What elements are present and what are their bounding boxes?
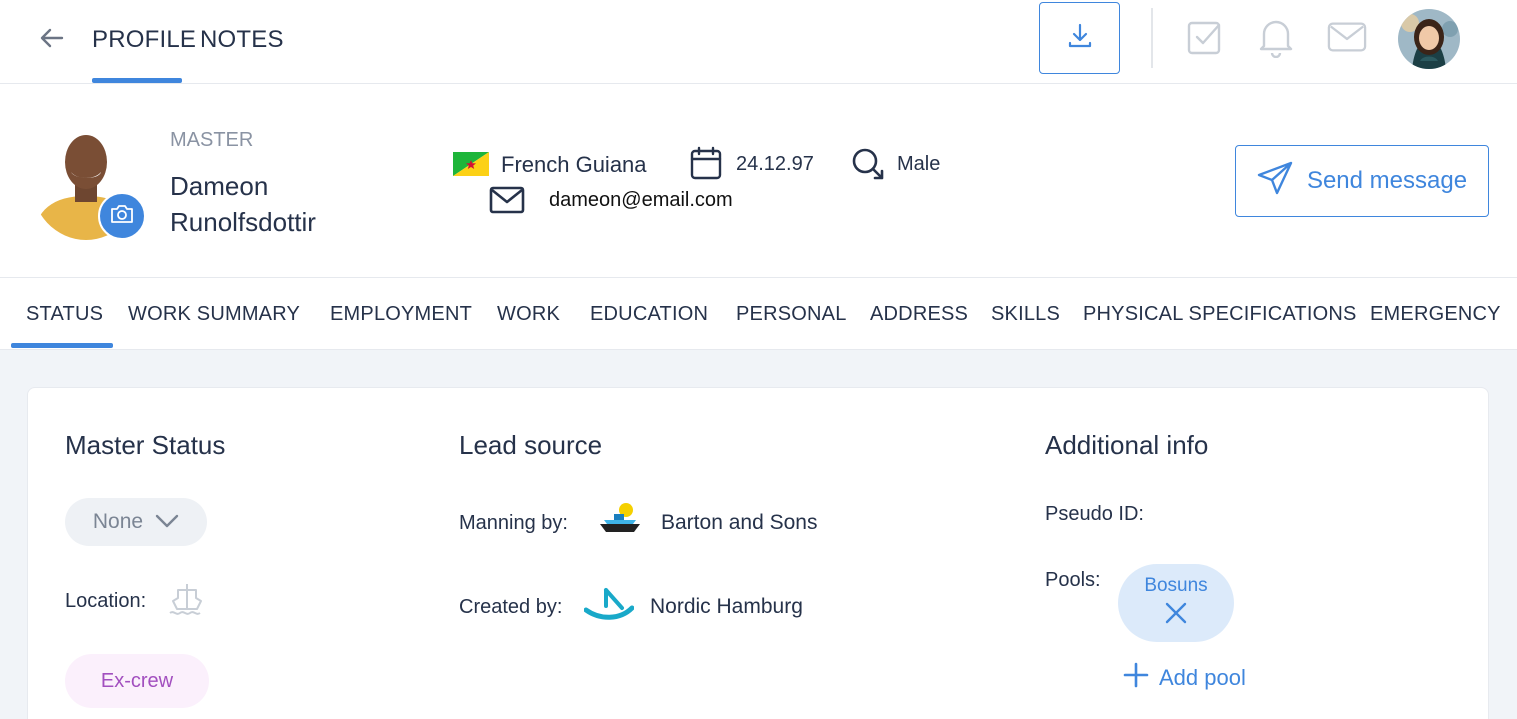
tab-status[interactable]: STATUS: [26, 303, 103, 326]
user-avatar[interactable]: [1398, 9, 1460, 69]
gender-icon: [851, 147, 885, 186]
profile-role: MASTER: [170, 129, 254, 151]
tab-work-summary[interactable]: WORK SUMMARY: [128, 303, 300, 326]
paper-plane-icon: [1257, 161, 1293, 202]
lead-source-title: Lead source: [459, 430, 603, 460]
profile-email[interactable]: dameon@email.com: [549, 189, 733, 212]
profile-name: Dameon Runolfsdottir: [170, 168, 370, 240]
barton-and-sons-logo: [596, 498, 644, 543]
mail-icon[interactable]: [1327, 17, 1367, 57]
add-pool-button[interactable]: Add pool: [1123, 662, 1246, 694]
nordic-hamburg-logo: [583, 584, 635, 627]
profile-header: MASTER Dameon Runolfsdottir French Guian…: [0, 84, 1517, 278]
status-card: Master Status None Location: Ex-crew Lea…: [27, 387, 1489, 719]
profile-gender: Male: [897, 153, 941, 175]
chevron-down-icon: [155, 510, 179, 534]
tab-physical-specifications[interactable]: PHYSICAL SPECIFICATIONS: [1083, 303, 1357, 326]
back-arrow-icon[interactable]: [36, 22, 68, 54]
send-message-label: Send message: [1306, 167, 1468, 194]
profile-country: French Guiana: [501, 152, 647, 177]
tab-education[interactable]: EDUCATION: [590, 303, 708, 326]
master-status-select[interactable]: None: [65, 498, 207, 546]
top-bar: PROFILE NOTES: [0, 0, 1517, 84]
pseudo-id-label: Pseudo ID:: [1045, 503, 1144, 525]
tab-notes[interactable]: NOTES: [200, 26, 284, 54]
master-status-title: Master Status: [65, 430, 226, 460]
active-tab-indicator: [92, 78, 182, 83]
remove-pool-x-icon[interactable]: [1164, 601, 1188, 631]
tab-skills[interactable]: SKILLS: [991, 303, 1060, 326]
tab-work[interactable]: WORK: [497, 303, 560, 326]
pool-chip: Bosuns: [1118, 564, 1234, 642]
content-area: Master Status None Location: Ex-crew Lea…: [0, 350, 1517, 719]
ship-location-icon: [168, 581, 206, 622]
bell-icon[interactable]: [1256, 17, 1296, 58]
email-icon: [489, 186, 525, 219]
calendar-icon: [690, 146, 722, 185]
tab-emergency[interactable]: EMERGENCY: [1370, 303, 1501, 326]
profile-birth-date: 24.12.97: [736, 153, 814, 175]
add-pool-label: Add pool: [1159, 665, 1246, 690]
pool-chip-label: Bosuns: [1144, 575, 1208, 596]
active-section-tab-indicator: [11, 343, 113, 348]
ex-crew-badge: Ex-crew: [65, 654, 209, 708]
location-label: Location:: [65, 590, 147, 612]
tab-employment[interactable]: EMPLOYMENT: [330, 303, 472, 326]
manning-by-label: Manning by:: [459, 512, 568, 534]
tab-address[interactable]: ADDRESS: [870, 303, 968, 326]
master-status-value: None: [92, 510, 144, 533]
additional-info-title: Additional info: [1045, 430, 1209, 460]
send-message-button[interactable]: Send message: [1235, 145, 1489, 217]
tab-profile[interactable]: PROFILE: [92, 26, 196, 54]
profile-last-name: Runolfsdottir: [170, 207, 316, 237]
tasks-checkbox-icon[interactable]: [1185, 17, 1225, 57]
profile-first-name: Dameon: [170, 171, 269, 201]
section-tabs: STATUS WORK SUMMARY EMPLOYMENT WORK EDUC…: [0, 278, 1517, 350]
download-button[interactable]: [1039, 2, 1120, 74]
plus-icon: [1123, 662, 1149, 694]
created-by-value[interactable]: Nordic Hamburg: [650, 595, 803, 619]
camera-icon: [110, 204, 134, 229]
created-by-label: Created by:: [459, 596, 563, 618]
pools-label: Pools:: [1045, 569, 1101, 591]
download-icon: [1065, 21, 1095, 56]
french-guiana-flag-icon: [453, 152, 489, 181]
change-photo-button[interactable]: [98, 192, 146, 240]
manning-by-value[interactable]: Barton and Sons: [661, 511, 817, 535]
toolbar-divider: [1151, 8, 1153, 68]
tab-personal[interactable]: PERSONAL: [736, 303, 847, 326]
